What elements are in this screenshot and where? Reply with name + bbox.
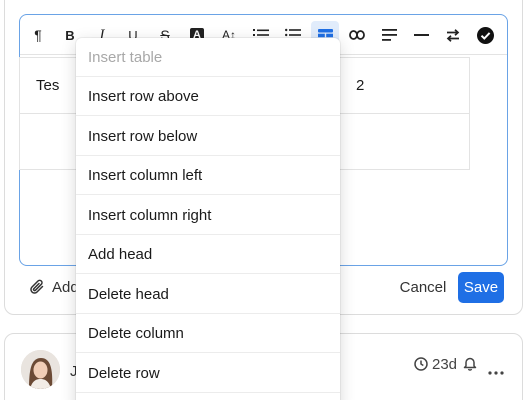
clock-icon xyxy=(414,357,428,371)
menu-item-delete-head[interactable]: Delete head xyxy=(76,275,340,314)
check-circle-icon xyxy=(476,26,494,44)
table-cell[interactable]: 2 xyxy=(339,57,470,114)
avatar[interactable] xyxy=(21,350,60,389)
link-icon xyxy=(349,30,365,40)
menu-item-insert-row-below[interactable]: Insert row below xyxy=(76,117,340,156)
cancel-button[interactable]: Cancel xyxy=(392,272,454,302)
link-button[interactable] xyxy=(343,21,371,49)
comment-timestamp: 23d xyxy=(414,355,457,373)
swap-arrows-icon xyxy=(446,28,460,42)
horizontal-rule-button[interactable] xyxy=(407,21,435,49)
horizontal-rule-icon xyxy=(413,34,429,36)
check-button[interactable] xyxy=(471,21,499,49)
bell-icon xyxy=(463,357,477,371)
attach-button[interactable]: Add xyxy=(30,276,79,298)
menu-item-insert-column-left[interactable]: Insert column left xyxy=(76,156,340,195)
menu-item-insert-row-above[interactable]: Insert row above xyxy=(76,77,340,116)
save-button[interactable]: Save xyxy=(458,272,504,303)
menu-item-insert-column-right[interactable]: Insert column right xyxy=(76,196,340,235)
page: ¶ B I U S A A↕ Tes 2 Add Cancel Save J 2… xyxy=(0,0,529,400)
menu-item-delete-column[interactable]: Delete column xyxy=(76,314,340,353)
avatar-image xyxy=(21,350,60,389)
time-label: 23d xyxy=(432,355,458,373)
more-options-button[interactable] xyxy=(488,362,504,380)
table-cell[interactable] xyxy=(339,113,470,170)
menu-item-delete-row[interactable]: Delete row xyxy=(76,354,340,393)
attach-label: Add xyxy=(52,278,79,296)
paragraph-button[interactable]: ¶ xyxy=(24,21,52,49)
align-left-icon xyxy=(381,29,397,41)
paperclip-icon xyxy=(30,279,44,294)
menu-header-insert-table: Insert table xyxy=(76,38,340,77)
align-button[interactable] xyxy=(375,21,403,49)
notification-button[interactable] xyxy=(463,356,477,376)
more-horizontal-icon xyxy=(488,371,504,375)
table-options-menu: Insert table Insert row above Insert row… xyxy=(76,38,340,400)
swap-button[interactable] xyxy=(439,21,467,49)
menu-item-add-head[interactable]: Add head xyxy=(76,235,340,274)
